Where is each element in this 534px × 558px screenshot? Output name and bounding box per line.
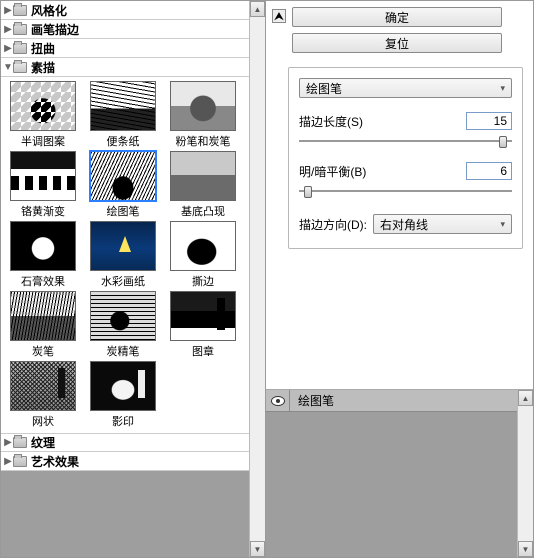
slider-thumb-icon[interactable] <box>499 136 507 148</box>
folder-icon <box>13 456 27 467</box>
stroke-length-slider[interactable] <box>299 134 512 148</box>
empty-area <box>1 471 249 557</box>
filter-thumb-chrome[interactable]: 铬黄渐变 <box>7 151 79 219</box>
filter-thumbnail-grid: 半调图案 便条纸 粉笔和炭笔 铬黄渐变 绘图笔 基底凸现 石膏效果 水彩画纸 撕… <box>1 77 249 433</box>
stroke-length-input[interactable]: 15 <box>466 112 512 130</box>
stroke-direction-combo[interactable]: 右对角线 ▾ <box>373 214 512 234</box>
chevron-down-icon: ▼ <box>3 62 13 73</box>
folder-artistic[interactable]: ▶ 艺术效果 <box>1 452 249 471</box>
folder-icon <box>13 24 27 35</box>
filter-thumb-chalk-charcoal[interactable]: 粉笔和炭笔 <box>167 81 239 149</box>
scroll-down-icon[interactable]: ▼ <box>518 541 533 557</box>
folder-sketch[interactable]: ▼ 素描 <box>1 58 249 77</box>
light-dark-slider[interactable] <box>299 184 512 198</box>
scroll-track[interactable] <box>518 406 533 541</box>
folder-brush-strokes[interactable]: ▶ 画笔描边 <box>1 20 249 39</box>
filter-thumb-reticulation[interactable]: 网状 <box>7 361 79 429</box>
folder-texture[interactable]: ▶ 纹理 <box>1 433 249 452</box>
filter-params-group: 绘图笔 ▾ 描边长度(S) 15 明/暗平衡(B) 6 描边方向(D): 右对角… <box>288 67 523 249</box>
folder-open-icon <box>13 62 27 73</box>
combo-value: 右对角线 <box>380 216 428 233</box>
collapse-toggle[interactable]: ⮝ <box>272 9 286 23</box>
folder-label: 风格化 <box>31 2 67 19</box>
scroll-down-icon[interactable]: ▼ <box>250 541 265 557</box>
vertical-scrollbar[interactable]: ▲ ▼ <box>249 1 265 557</box>
folder-icon <box>13 437 27 448</box>
combo-value: 绘图笔 <box>306 80 342 97</box>
chevron-right-icon: ▶ <box>3 43 13 54</box>
chevron-down-icon: ▾ <box>500 83 505 94</box>
filter-thumb-photocopy[interactable]: 影印 <box>87 361 159 429</box>
folder-label: 纹理 <box>31 434 55 451</box>
chevron-right-icon: ▶ <box>3 5 13 16</box>
filter-thumb-water-paper[interactable]: 水彩画纸 <box>87 221 159 289</box>
filter-category-panel: ▶ 风格化 ▶ 画笔描边 ▶ 扭曲 ▼ 素描 半调图案 便条纸 粉笔和炭笔 铬黄… <box>0 0 266 558</box>
effect-layer-row[interactable]: 绘图笔 <box>266 390 517 412</box>
filter-select-combo[interactable]: 绘图笔 ▾ <box>299 78 512 98</box>
filter-thumb-bas-relief[interactable]: 基底凸现 <box>167 151 239 219</box>
filter-thumb-stamp[interactable]: 图章 <box>167 291 239 359</box>
filter-thumb-notepaper[interactable]: 便条纸 <box>87 81 159 149</box>
layer-name: 绘图笔 <box>290 392 334 409</box>
chevron-right-icon: ▶ <box>3 437 13 448</box>
folder-label: 扭曲 <box>31 40 55 57</box>
scroll-up-icon[interactable]: ▲ <box>518 390 533 406</box>
folder-list: ▶ 风格化 ▶ 画笔描边 ▶ 扭曲 ▼ 素描 <box>1 1 249 77</box>
filter-settings-panel: ⮝ 确定 复位 绘图笔 ▾ 描边长度(S) 15 明/暗平衡(B) 6 描边方向… <box>266 0 534 558</box>
folder-label: 素描 <box>31 59 55 76</box>
folder-icon <box>13 43 27 54</box>
filter-thumb-plaster[interactable]: 石膏效果 <box>7 221 79 289</box>
vertical-scrollbar[interactable]: ▲ ▼ <box>517 390 533 557</box>
filter-thumb-graphic-pen[interactable]: 绘图笔 <box>87 151 159 219</box>
filter-thumb-halftone[interactable]: 半调图案 <box>7 81 79 149</box>
folder-distort[interactable]: ▶ 扭曲 <box>1 39 249 58</box>
reset-button[interactable]: 复位 <box>292 33 502 53</box>
stroke-direction-label: 描边方向(D): <box>299 216 367 233</box>
scroll-track[interactable] <box>250 17 265 541</box>
filter-thumb-conte-crayon[interactable]: 炭精笔 <box>87 291 159 359</box>
filter-thumb-charcoal[interactable]: 炭笔 <box>7 291 79 359</box>
scroll-up-icon[interactable]: ▲ <box>250 1 265 17</box>
folder-label: 艺术效果 <box>31 453 79 470</box>
double-chevron-icon: ⮝ <box>274 9 284 24</box>
visibility-toggle[interactable] <box>266 390 290 411</box>
light-dark-input[interactable]: 6 <box>466 162 512 180</box>
ok-button[interactable]: 确定 <box>292 7 502 27</box>
folder-icon <box>13 5 27 16</box>
eye-icon <box>271 396 285 406</box>
effect-layers-panel: 绘图笔 ▲ ▼ <box>266 389 533 557</box>
slider-thumb-icon[interactable] <box>304 186 312 198</box>
filter-thumb-torn-edges[interactable]: 撕边 <box>167 221 239 289</box>
stroke-length-label: 描边长度(S) <box>299 113 458 130</box>
chevron-down-icon: ▾ <box>500 219 505 230</box>
folder-label: 画笔描边 <box>31 21 79 38</box>
chevron-right-icon: ▶ <box>3 456 13 467</box>
chevron-right-icon: ▶ <box>3 24 13 35</box>
folder-stylize[interactable]: ▶ 风格化 <box>1 1 249 20</box>
light-dark-label: 明/暗平衡(B) <box>299 163 458 180</box>
